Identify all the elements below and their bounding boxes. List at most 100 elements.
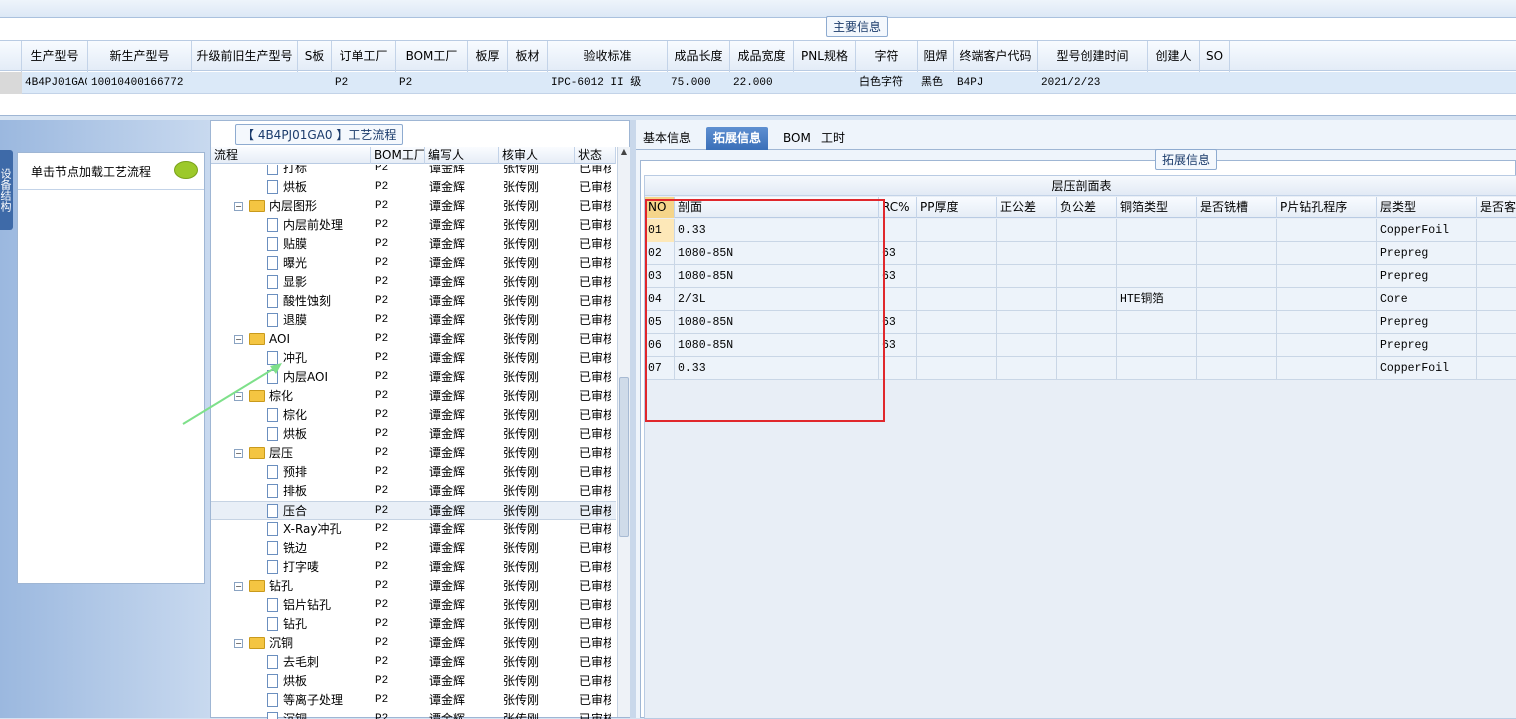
tree-row[interactable]: 等离子处理P2谭金辉张传刚已审核	[211, 691, 616, 710]
lam-cell[interactable]	[1477, 219, 1516, 242]
lam-row[interactable]: 051080-85N63Prepreg	[645, 311, 1516, 334]
tree-scrollbar[interactable]: ▲	[617, 147, 630, 717]
lam-col-header[interactable]: 铜箔类型	[1117, 197, 1197, 218]
lam-cell[interactable]	[1117, 265, 1197, 288]
grid-cell[interactable]: 白色字符	[859, 72, 917, 94]
collapse-icon[interactable]: −	[234, 449, 243, 458]
grid-cell[interactable]: 75.000	[671, 72, 729, 94]
tree-row[interactable]: 铝片钻孔P2谭金辉张传刚已审核	[211, 596, 616, 615]
lam-col-header[interactable]: 层类型	[1377, 197, 1477, 218]
lam-cell[interactable]	[1477, 288, 1516, 311]
grid-col-header[interactable]: 升级前旧生产型号	[192, 41, 298, 72]
tree-row[interactable]: −钻孔P2谭金辉张传刚已审核	[211, 577, 616, 596]
lam-cell[interactable]	[997, 219, 1057, 242]
tab-2[interactable]: BOM	[776, 127, 818, 150]
lam-cell[interactable]: CopperFoil	[1377, 357, 1477, 380]
lam-row[interactable]: 042/3LHTE铜箔Core	[645, 288, 1516, 311]
grid-cell[interactable]: P2	[335, 72, 395, 94]
tree-row[interactable]: 曝光P2谭金辉张传刚已审核	[211, 254, 616, 273]
lam-cell[interactable]: 63	[879, 242, 917, 265]
lam-cell[interactable]	[1117, 219, 1197, 242]
grid-cell[interactable]	[1203, 72, 1229, 94]
lam-row[interactable]: 061080-85N63Prepreg	[645, 334, 1516, 357]
tree-row[interactable]: 烘板P2谭金辉张传刚已审核	[211, 425, 616, 444]
lam-cell[interactable]	[917, 311, 997, 334]
grid-col-header[interactable]: 验收标准	[548, 41, 668, 72]
grid-cell[interactable]: 22.000	[733, 72, 793, 94]
scroll-up-icon[interactable]: ▲	[619, 147, 629, 157]
tree-row[interactable]: −内层图形P2谭金辉张传刚已审核	[211, 197, 616, 216]
lam-row[interactable]: 010.33CopperFoil	[645, 219, 1516, 242]
lam-cell[interactable]	[1197, 242, 1277, 265]
lam-cell[interactable]	[997, 288, 1057, 311]
lam-cell[interactable]	[1117, 334, 1197, 357]
lam-cell[interactable]	[1057, 334, 1117, 357]
lam-cell[interactable]	[917, 242, 997, 265]
lam-cell[interactable]	[917, 219, 997, 242]
grid-col-header[interactable]: 新生产型号	[88, 41, 192, 72]
lam-cell[interactable]	[997, 242, 1057, 265]
tree-row[interactable]: 铣边P2谭金辉张传刚已审核	[211, 539, 616, 558]
lam-cell[interactable]	[1277, 219, 1377, 242]
lam-cell[interactable]	[917, 265, 997, 288]
grid-cell[interactable]: 黑色	[921, 72, 953, 94]
lam-col-header[interactable]: 正公差	[997, 197, 1057, 218]
tree-row[interactable]: X-Ray冲孔P2谭金辉张传刚已审核	[211, 520, 616, 539]
lam-cell[interactable]: 63	[879, 311, 917, 334]
lam-col-header[interactable]: 剖面	[675, 197, 879, 218]
grid-cell[interactable]	[511, 72, 547, 94]
lam-cell[interactable]: 63	[879, 334, 917, 357]
lam-row[interactable]: 031080-85N63Prepreg	[645, 265, 1516, 288]
lam-cell[interactable]: CopperFoil	[1377, 219, 1477, 242]
lam-cell[interactable]	[1477, 242, 1516, 265]
lam-col-header[interactable]: 是否铣槽	[1197, 197, 1277, 218]
lam-col-header[interactable]: PP厚度	[917, 197, 997, 218]
grid-col-header[interactable]: 字符	[856, 41, 918, 72]
col-bom-factory[interactable]: BOM工厂	[371, 147, 425, 164]
tree-row[interactable]: 预排P2谭金辉张传刚已审核	[211, 463, 616, 482]
lam-cell[interactable]: 02	[645, 242, 675, 265]
grid-cell[interactable]: P2	[399, 72, 467, 94]
tree-row[interactable]: 退膜P2谭金辉张传刚已审核	[211, 311, 616, 330]
grid-corner[interactable]	[0, 41, 22, 72]
lam-cell[interactable]	[1277, 357, 1377, 380]
grid-col-header[interactable]: 创建人	[1148, 41, 1200, 72]
collapse-icon[interactable]: −	[234, 392, 243, 401]
lam-cell[interactable]: 07	[645, 357, 675, 380]
grid-col-header[interactable]: 成品宽度	[730, 41, 794, 72]
lam-cell[interactable]	[879, 357, 917, 380]
lam-cell[interactable]	[1197, 311, 1277, 334]
tab-1[interactable]: 拓展信息	[706, 127, 768, 150]
tree-row[interactable]: 酸性蚀刻P2谭金辉张传刚已审核	[211, 292, 616, 311]
lam-col-header[interactable]: RC%	[879, 197, 917, 218]
collapse-icon[interactable]: −	[234, 582, 243, 591]
lam-cell[interactable]	[1277, 242, 1377, 265]
grid-col-header[interactable]: SO	[1200, 41, 1230, 72]
lam-cell[interactable]	[1057, 265, 1117, 288]
lam-cell[interactable]	[1477, 334, 1516, 357]
lam-cell[interactable]: Prepreg	[1377, 311, 1477, 334]
tree-row[interactable]: 贴膜P2谭金辉张传刚已审核	[211, 235, 616, 254]
lam-cell[interactable]: 03	[645, 265, 675, 288]
lam-cell[interactable]: Prepreg	[1377, 334, 1477, 357]
lam-cell[interactable]	[917, 288, 997, 311]
grid-col-header[interactable]: BOM工厂	[396, 41, 468, 72]
lam-cell[interactable]	[1197, 219, 1277, 242]
lam-cell[interactable]	[879, 288, 917, 311]
grid-col-header[interactable]: 成品长度	[668, 41, 730, 72]
lam-cell[interactable]	[1277, 311, 1377, 334]
lam-cell[interactable]	[1197, 265, 1277, 288]
lam-cell[interactable]: 1080-85N	[675, 334, 879, 357]
lam-cell[interactable]	[917, 334, 997, 357]
col-writer[interactable]: 编写人	[425, 147, 499, 164]
tree-row[interactable]: −棕化P2谭金辉张传刚已审核	[211, 387, 616, 406]
grid-cell[interactable]	[1151, 72, 1199, 94]
lam-col-header[interactable]: 负公差	[1057, 197, 1117, 218]
lam-cell[interactable]: HTE铜箔	[1117, 288, 1197, 311]
grid-cell[interactable]: 2021/2/23	[1041, 72, 1147, 94]
lam-cell[interactable]	[1477, 265, 1516, 288]
lam-cell[interactable]: 2/3L	[675, 288, 879, 311]
lam-cell[interactable]	[1197, 357, 1277, 380]
tab-0[interactable]: 基本信息	[636, 127, 698, 150]
grid-cell[interactable]: 4B4PJ01GA0	[25, 72, 87, 94]
